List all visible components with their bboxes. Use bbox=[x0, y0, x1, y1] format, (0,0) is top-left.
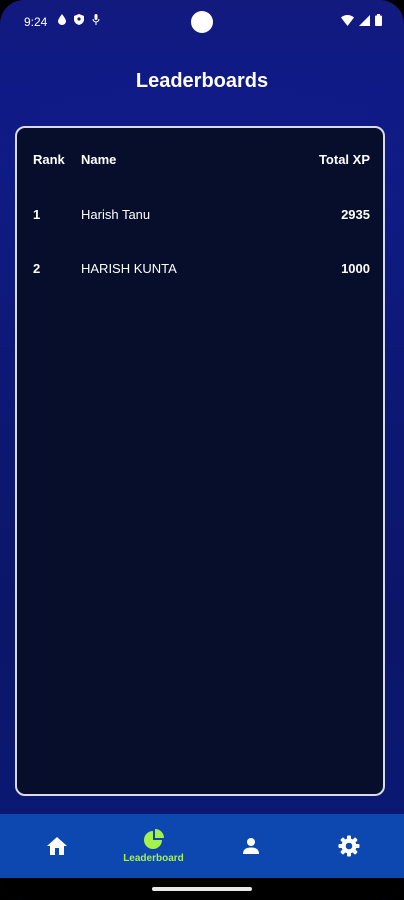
water-drop-icon bbox=[58, 14, 66, 25]
nav-leaderboard-label: Leaderboard bbox=[123, 853, 184, 864]
row-name: Harish Tanu bbox=[81, 207, 151, 222]
gear-icon bbox=[338, 835, 359, 857]
rank-column-header: Rank bbox=[33, 152, 65, 167]
shield-icon bbox=[74, 14, 84, 25]
nav-settings[interactable] bbox=[298, 814, 399, 878]
row-rank: 2 bbox=[33, 261, 41, 276]
pie-chart-icon bbox=[143, 829, 164, 849]
leaderboard-table: Rank Name Total XP 1 Harish Tanu 2935 2 … bbox=[15, 126, 385, 796]
gesture-area bbox=[0, 878, 404, 900]
table-row: 2 HARISH KUNTA 1000 bbox=[17, 261, 383, 281]
nav-home[interactable] bbox=[6, 814, 107, 878]
row-rank: 1 bbox=[33, 207, 41, 222]
page-title: Leaderboards bbox=[135, 70, 269, 92]
status-left-icons bbox=[58, 14, 100, 25]
status-bar: 9:24 bbox=[0, 0, 404, 44]
table-header: Rank Name Total XP bbox=[17, 152, 383, 172]
wifi-icon bbox=[341, 14, 354, 26]
status-time: 9:24 bbox=[24, 15, 48, 29]
person-icon bbox=[242, 838, 259, 854]
app-screen: 9:24 Leaderboards Rank Name Total XP 1 H… bbox=[0, 0, 404, 900]
nav-profile[interactable] bbox=[200, 814, 301, 878]
name-column-header: Name bbox=[81, 152, 117, 167]
battery-icon bbox=[375, 14, 382, 26]
nav-leaderboard[interactable]: Leaderboard bbox=[103, 814, 204, 878]
home-icon bbox=[46, 837, 67, 855]
row-xp: 1000 bbox=[341, 261, 370, 276]
row-name: HARISH KUNTA bbox=[81, 261, 177, 276]
row-xp: 2935 bbox=[341, 207, 370, 222]
table-row: 1 Harish Tanu 2935 bbox=[17, 207, 383, 227]
bottom-nav: Leaderboard bbox=[0, 814, 404, 878]
signal-icon bbox=[359, 14, 370, 26]
status-right-icons bbox=[341, 14, 382, 26]
home-gesture-handle[interactable] bbox=[152, 887, 252, 891]
xp-column-header: Total XP bbox=[318, 152, 370, 167]
front-camera bbox=[191, 11, 213, 33]
microphone-icon bbox=[92, 14, 100, 25]
